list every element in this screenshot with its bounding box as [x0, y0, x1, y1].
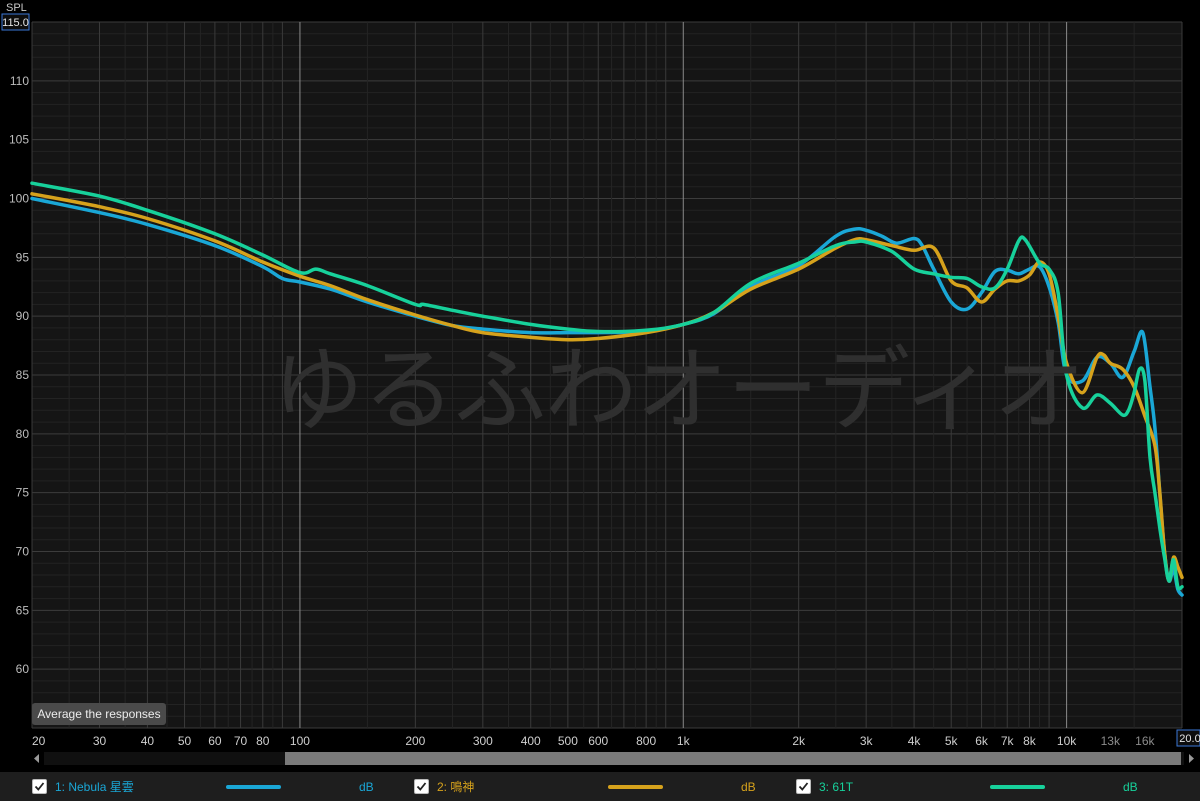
y-tick-label: 110: [10, 74, 29, 88]
legend-swatch-61t: [990, 785, 1045, 789]
checkbox-61t[interactable]: [796, 779, 811, 794]
x-tick-label: 400: [521, 734, 541, 748]
x-right-readout-text: 20.0: [1179, 733, 1200, 745]
y-top-readout-text: 115.0: [2, 17, 29, 29]
horizontal-scrollbar-thumb[interactable]: [285, 752, 1181, 765]
legend-item-nebula[interactable]: 1: Nebula 星雲: [32, 772, 134, 801]
y-tick-label: 60: [16, 662, 30, 676]
x-tick-label: 600: [588, 734, 608, 748]
legend-unit-61t: dB: [1123, 780, 1138, 794]
x-tick-label: 70: [234, 734, 248, 748]
legend-unit-narukami: dB: [741, 780, 756, 794]
watermark: ゆるふわオーディオ: [272, 337, 1086, 444]
legend-label-nebula: 1: Nebula 星雲: [55, 780, 134, 794]
legend-item-narukami[interactable]: 2: 鳴神: [414, 772, 474, 801]
y-tick-label: 70: [16, 545, 30, 559]
y-tick-label: 85: [16, 368, 30, 382]
legend-item-61t[interactable]: 3: 61T: [796, 772, 853, 801]
x-tick-label: 50: [178, 734, 192, 748]
check-icon: [34, 782, 45, 791]
y-tick-label: 95: [16, 250, 30, 264]
y-tick-label: 80: [16, 427, 30, 441]
legend-label-narukami: 2: 鳴神: [437, 780, 475, 794]
x-tick-label: 300: [473, 734, 493, 748]
legend-swatch-nebula: [226, 785, 281, 789]
legend-bar: 1: Nebula 星雲 dB 2: 鳴神 dB 3: 61T dB: [0, 772, 1200, 801]
x-tick-label: 100: [290, 734, 310, 748]
legend-unit-nebula: dB: [359, 780, 374, 794]
x-tick-label: 2k: [792, 734, 806, 748]
x-tick-label: 6k: [975, 734, 989, 748]
check-icon: [798, 782, 809, 791]
y-tick-label: 105: [9, 133, 29, 147]
checkbox-narukami[interactable]: [414, 779, 429, 794]
x-tick-label: 30: [93, 734, 107, 748]
x-tick-label: 200: [405, 734, 425, 748]
x-tick-label: 20: [32, 734, 46, 748]
y-tick-label: 75: [16, 486, 30, 500]
x-tick-label: 7k: [1001, 734, 1015, 748]
x-tick-label: 1k: [677, 734, 691, 748]
y-tick-label: 65: [16, 603, 30, 617]
x-tick-label: 40: [141, 734, 155, 748]
legend-swatch-narukami: [608, 785, 663, 789]
x-tick-label: 4k: [908, 734, 922, 748]
y-top-readout: 115.0: [1, 13, 30, 31]
scroll-left-arrow-icon[interactable]: [30, 752, 43, 765]
x-tick-label: 800: [636, 734, 656, 748]
x-tick-label: 8k: [1023, 734, 1037, 748]
x-tick-label: 16k: [1135, 734, 1155, 748]
checkbox-nebula[interactable]: [32, 779, 47, 794]
x-tick-label: 3k: [860, 734, 874, 748]
scroll-right-arrow-icon[interactable]: [1185, 752, 1198, 765]
x-tick-label: 5k: [945, 734, 959, 748]
x-tick-label: 60: [208, 734, 222, 748]
x-tick-label: 13k: [1101, 734, 1121, 748]
x-right-readout: 20.0: [1176, 729, 1200, 747]
check-icon: [416, 782, 427, 791]
y-axis-label: SPL: [6, 2, 27, 14]
x-tick-label: 10k: [1057, 734, 1077, 748]
y-tick-label: 90: [16, 309, 30, 323]
x-tick-label: 80: [256, 734, 270, 748]
legend-label-61t: 3: 61T: [819, 779, 854, 794]
x-tick-label: 500: [558, 734, 578, 748]
average-responses-button[interactable]: Average the responses: [32, 703, 166, 725]
y-tick-label: 100: [9, 192, 29, 206]
